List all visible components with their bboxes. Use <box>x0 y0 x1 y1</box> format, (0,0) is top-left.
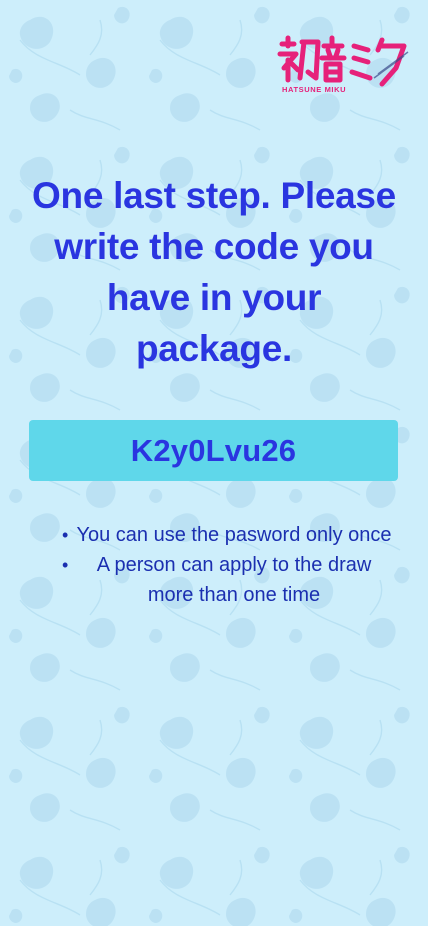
page-title: One last step. Please write the code you… <box>32 175 396 369</box>
note-text: You can use the pasword only once <box>76 524 392 546</box>
list-item: • A person can apply to the draw more th… <box>54 550 394 610</box>
hatsune-miku-logo: HATSUNE MIKU <box>274 34 412 94</box>
code-value: K2y0Lvu26 <box>130 432 297 468</box>
code-display[interactable]: K2y0Lvu26 <box>29 420 398 481</box>
bullet-icon: • <box>62 555 69 575</box>
note-text: A person can apply to the draw more than… <box>96 554 372 606</box>
logo-caption: HATSUNE MIKU <box>282 85 346 94</box>
bullet-icon: • <box>62 525 69 545</box>
list-item: • You can use the pasword only once <box>54 520 394 550</box>
notes-list: • You can use the pasword only once • A … <box>54 520 394 610</box>
